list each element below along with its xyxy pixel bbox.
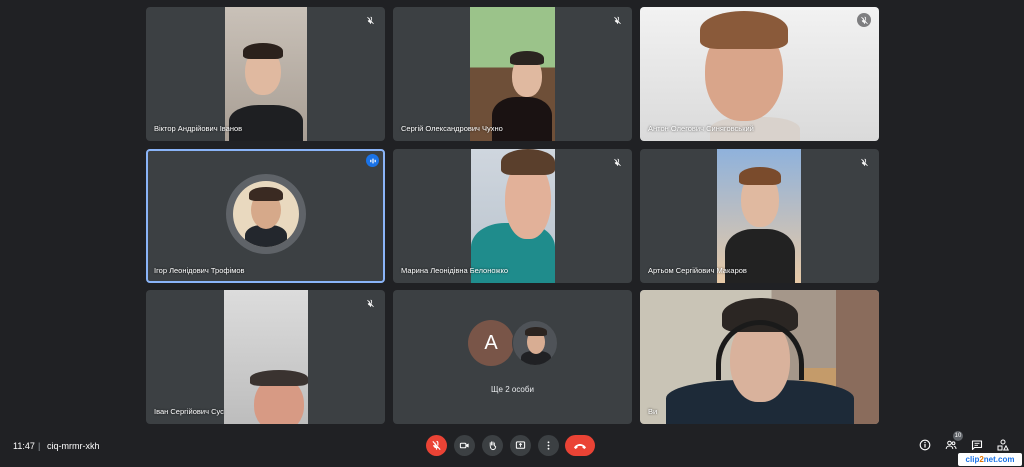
meeting-details-button[interactable] <box>918 438 932 452</box>
watermark-logo: clip 2 net.com <box>958 453 1022 466</box>
meeting-code: ciq-mrmr-xkh <box>47 441 100 451</box>
participant-video <box>471 149 555 283</box>
person-body <box>492 97 552 141</box>
participants-count-badge: 10 <box>953 431 963 441</box>
person-hair <box>700 11 788 49</box>
raise-hand-button[interactable] <box>482 435 503 456</box>
participant-tile[interactable]: Марина Леонідівна Белоножко <box>393 149 632 283</box>
participant-video <box>224 290 308 424</box>
clock: 11:47 <box>13 441 35 451</box>
more-options-button[interactable] <box>538 435 559 456</box>
mic-off-icon <box>363 13 377 27</box>
person-hair <box>510 51 544 65</box>
participant-video <box>640 290 879 424</box>
self-view-tile[interactable]: Ви <box>640 290 879 424</box>
mic-off-icon <box>857 13 871 27</box>
avatar <box>226 174 306 254</box>
participant-tile[interactable]: Іван Сергійович Сус <box>146 290 385 424</box>
camera-icon <box>459 442 469 449</box>
mic-off-icon <box>610 13 624 27</box>
participant-tile[interactable]: Сергій Олександрович Чухно <box>393 7 632 141</box>
participant-video <box>470 7 555 141</box>
participant-tile-active-speaker[interactable]: Ігор Леонідович Трофімов <box>146 149 385 283</box>
hand-icon <box>489 441 497 451</box>
people-icon <box>945 440 957 450</box>
audio-level-icon <box>366 154 379 167</box>
mic-toggle-button[interactable] <box>426 435 447 456</box>
participant-name: Віктор Андрійович Іванов <box>154 124 243 133</box>
participant-tile[interactable]: Артьом Сергійович Макаров <box>640 149 879 283</box>
activities-icon <box>997 439 1009 451</box>
participant-name: Марина Леонідівна Белоножко <box>401 266 509 275</box>
more-participants-tile[interactable]: A Ще 2 особи <box>393 290 632 424</box>
chat-button[interactable] <box>970 438 984 452</box>
leave-call-button[interactable] <box>565 435 595 456</box>
person-body <box>229 105 303 141</box>
participant-video <box>225 7 307 141</box>
camera-toggle-button[interactable] <box>454 435 475 456</box>
divider: | <box>38 441 41 451</box>
person-hair <box>250 370 308 386</box>
mic-off-icon <box>857 155 871 169</box>
person-hair <box>739 167 781 185</box>
more-participants-label: Ще 2 особи <box>491 385 534 394</box>
present-icon <box>515 441 526 449</box>
avatar-photo <box>233 181 299 247</box>
watermark-prefix: clip <box>965 455 980 464</box>
mic-off-icon <box>363 296 377 310</box>
mic-off-icon <box>432 440 441 450</box>
participant-name: Іван Сергійович Сус <box>154 407 224 416</box>
participant-video <box>640 7 879 141</box>
participant-name: Сергій Олександрович Чухно <box>401 124 503 133</box>
watermark-suffix: net.com <box>983 455 1015 464</box>
present-button[interactable] <box>510 435 531 456</box>
letter-avatar: A <box>468 320 514 366</box>
call-end-icon <box>574 443 586 449</box>
info-icon <box>919 439 931 451</box>
activities-button[interactable] <box>996 438 1010 452</box>
participant-name: Ігор Леонідович Трофімов <box>154 266 245 275</box>
participant-name: Антон Олегович Синяговський <box>648 124 754 133</box>
avatar <box>512 320 558 366</box>
participant-tile[interactable]: Антон Олегович Синяговський <box>640 7 879 141</box>
person-hair <box>243 43 283 59</box>
participant-tile[interactable]: Віктор Андрійович Іванов <box>146 7 385 141</box>
chat-icon <box>971 440 983 451</box>
person-hair <box>501 149 555 175</box>
participant-name: Артьом Сергійович Макаров <box>648 266 747 275</box>
participant-video <box>717 149 801 283</box>
mic-off-icon <box>610 155 624 169</box>
self-name: Ви <box>648 407 658 416</box>
more-vert-icon <box>547 441 550 450</box>
